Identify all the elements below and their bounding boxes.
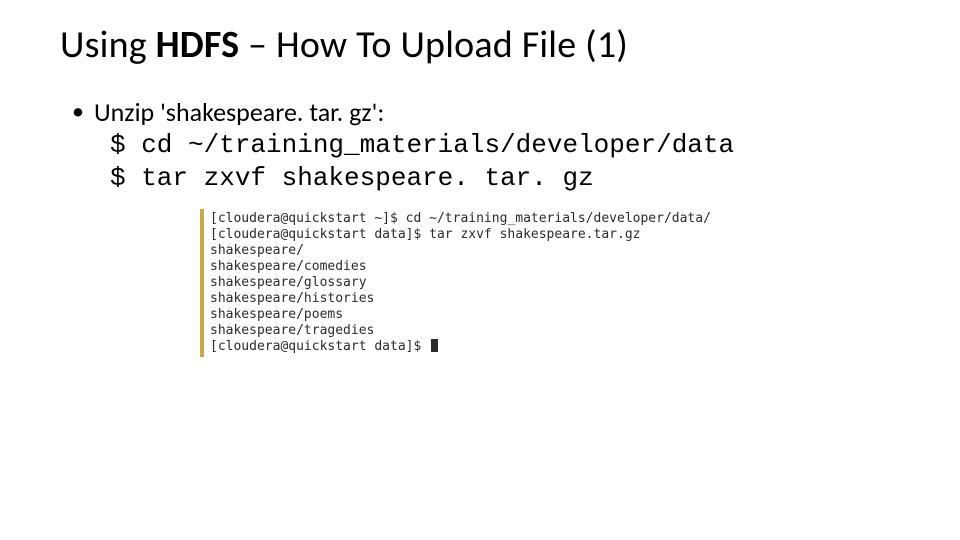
terminal-prompt: [cloudera@quickstart data]$ <box>210 339 429 354</box>
title-bold: HDFS <box>156 22 240 68</box>
terminal-line: [cloudera@quickstart data]$ tar zxvf sha… <box>210 227 711 243</box>
title-pre: Using <box>60 22 156 68</box>
terminal-body: [cloudera@quickstart ~]$ cd ~/training_m… <box>204 209 717 357</box>
bullet-dot-icon: • <box>72 96 84 127</box>
slide: Using HDFS – How To Upload File (1) • Un… <box>0 0 960 540</box>
terminal-line: shakespeare/poems <box>210 307 711 323</box>
terminal-line: shakespeare/tragedies <box>210 323 711 339</box>
slide-title: Using HDFS – How To Upload File (1) <box>60 22 900 68</box>
terminal-line: shakespeare/comedies <box>210 259 711 275</box>
command-line-2: $ tar zxvf shakespeare. tar. gz <box>110 163 594 193</box>
bullet-text: Unzip 'shakespeare. tar. gz': <box>94 96 384 129</box>
command-block: $ cd ~/training_materials/developer/data… <box>110 129 900 196</box>
terminal-line: shakespeare/ <box>210 243 711 259</box>
bullet-item: • Unzip 'shakespeare. tar. gz': <box>72 96 900 129</box>
title-post: – How To Upload File (1) <box>239 22 628 68</box>
terminal-line: [cloudera@quickstart ~]$ cd ~/training_m… <box>210 211 711 227</box>
command-line-1: $ cd ~/training_materials/developer/data <box>110 130 734 160</box>
terminal-line: shakespeare/histories <box>210 291 711 307</box>
cursor-icon <box>431 339 438 352</box>
terminal-screenshot: [cloudera@quickstart ~]$ cd ~/training_m… <box>200 209 900 357</box>
terminal-line: shakespeare/glossary <box>210 275 711 291</box>
terminal-prompt-line: [cloudera@quickstart data]$ <box>210 339 711 355</box>
terminal: [cloudera@quickstart ~]$ cd ~/training_m… <box>200 209 900 357</box>
content-area: • Unzip 'shakespeare. tar. gz': $ cd ~/t… <box>60 96 900 357</box>
